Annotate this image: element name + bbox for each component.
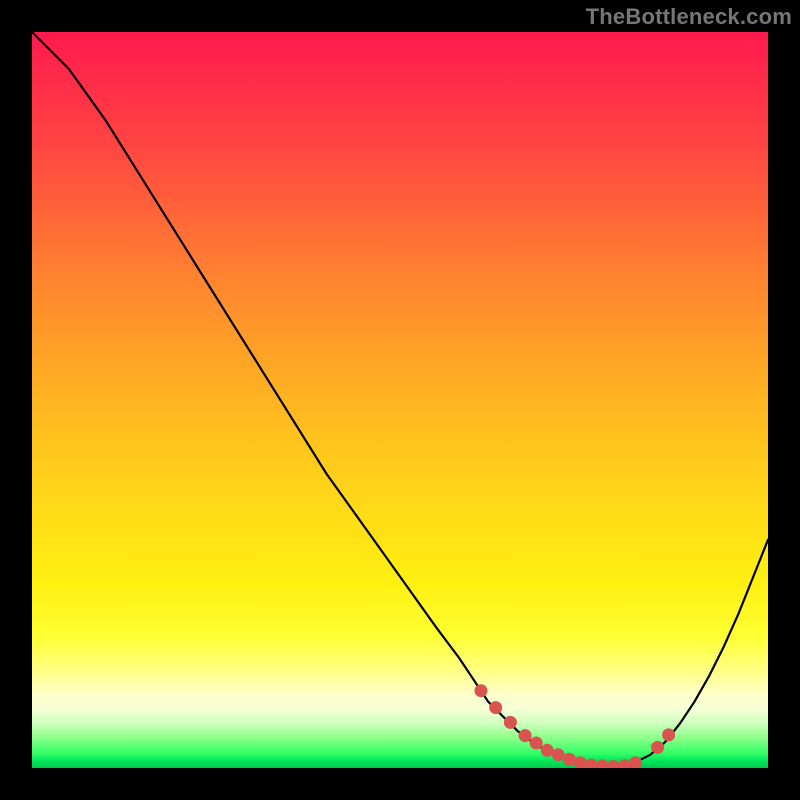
highlight-dot	[489, 701, 502, 714]
highlight-dot	[629, 756, 642, 768]
plot-area	[32, 32, 768, 768]
highlight-dot	[563, 753, 576, 766]
watermark-text: TheBottleneck.com	[586, 4, 792, 30]
highlight-dot	[504, 716, 517, 729]
highlight-dots	[475, 684, 676, 768]
bottleneck-curve	[32, 32, 768, 767]
highlight-dot	[662, 728, 675, 741]
chart-frame: TheBottleneck.com	[0, 0, 800, 800]
highlight-dot	[519, 729, 532, 742]
curve-layer	[32, 32, 768, 768]
highlight-dot	[618, 759, 631, 768]
highlight-dot	[607, 760, 620, 768]
highlight-dot	[552, 748, 565, 761]
highlight-dot	[475, 684, 488, 697]
highlight-dot	[530, 737, 543, 750]
highlight-dot	[574, 756, 587, 768]
highlight-dot	[651, 741, 664, 754]
